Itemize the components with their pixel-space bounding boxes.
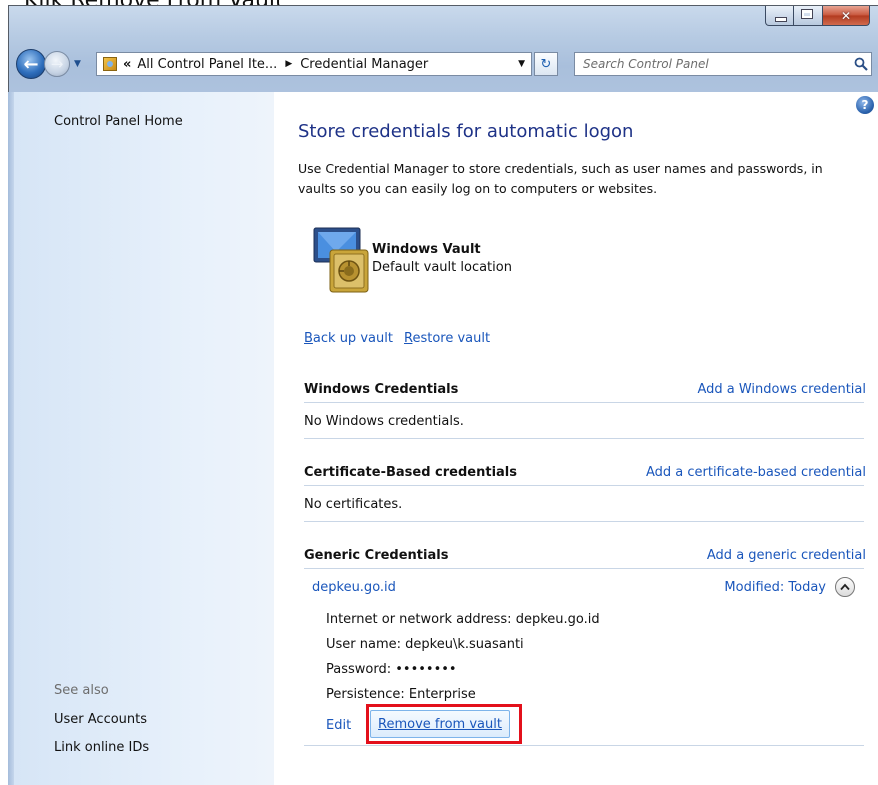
left-navigation-pane: Control Panel Home See also User Account… — [14, 92, 274, 785]
help-icon[interactable]: ? — [856, 96, 874, 114]
windows-credentials-heading: Windows Credentials — [304, 382, 459, 397]
close-button[interactable]: ✕ — [823, 6, 870, 26]
add-generic-credential-link[interactable]: Add a generic credential — [707, 548, 866, 563]
page-title: Store credentials for automatic logon — [298, 121, 634, 142]
arrow-left-icon: ← — [23, 53, 39, 75]
certificate-credentials-heading: Certificate-Based credentials — [304, 465, 517, 480]
address-dropdown-icon[interactable]: ▼ — [518, 59, 525, 69]
main-content: ? Store credentials for automatic logon … — [274, 92, 878, 785]
backup-accelerator: B — [304, 331, 313, 346]
link-online-ids-link[interactable]: Link online IDs — [54, 740, 149, 755]
breadcrumb-all-control-panel-items[interactable]: All Control Panel Ite... — [137, 57, 277, 72]
search-box[interactable] — [574, 52, 872, 76]
recent-pages-button[interactable]: ▼ — [74, 59, 86, 69]
back-button[interactable]: ← — [16, 49, 46, 79]
search-icon[interactable] — [851, 57, 871, 71]
backup-label-rest: ack up vault — [312, 331, 393, 346]
address-bar[interactable]: « All Control Panel Ite... ▶ Credential … — [96, 52, 532, 76]
edit-credential-link[interactable]: Edit — [326, 718, 351, 733]
credential-persistence: Persistence: Enterprise — [326, 687, 476, 702]
search-input[interactable] — [575, 56, 851, 72]
credential-username: User name: depkeu\k.suasanti — [326, 637, 524, 652]
chevron-up-icon — [840, 583, 850, 591]
divider — [304, 485, 864, 486]
minimize-icon — [775, 17, 787, 22]
restore-label-rest: estore vault — [412, 331, 491, 346]
forward-button[interactable]: → — [44, 51, 70, 77]
add-certificate-credential-link[interactable]: Add a certificate-based credential — [646, 465, 866, 480]
vault-name: Windows Vault — [372, 242, 481, 257]
control-panel-home-link[interactable]: Control Panel Home — [54, 114, 183, 129]
restore-vault-link[interactable]: Restore vault — [404, 331, 490, 346]
navigation-buttons: ← → ▼ — [16, 47, 86, 81]
breadcrumb-credential-manager[interactable]: Credential Manager — [300, 57, 428, 72]
divider — [304, 402, 864, 403]
refresh-button[interactable]: ↻ — [534, 52, 558, 76]
chevron-down-icon: ▼ — [74, 59, 81, 69]
control-panel-icon — [103, 57, 117, 71]
user-accounts-link[interactable]: User Accounts — [54, 712, 147, 727]
add-windows-credential-link[interactable]: Add a Windows credential — [697, 382, 866, 397]
window-controls: ✕ — [765, 6, 870, 26]
see-also-label: See also — [54, 683, 109, 698]
arrow-right-icon: → — [50, 55, 64, 73]
minimize-button[interactable] — [765, 6, 794, 26]
divider — [304, 438, 864, 439]
credential-password: Password: •••••••• — [326, 662, 457, 677]
divider — [304, 521, 864, 522]
windows-credentials-empty: No Windows credentials. — [304, 414, 464, 429]
breadcrumb-separator-icon[interactable]: ▶ — [285, 59, 292, 69]
certificates-empty: No certificates. — [304, 497, 403, 512]
vault-description: Default vault location — [372, 260, 512, 275]
divider — [304, 745, 864, 746]
refresh-icon: ↻ — [540, 56, 552, 72]
maximize-button[interactable] — [794, 6, 823, 26]
page-description: Use Credential Manager to store credenti… — [298, 161, 823, 196]
collapse-credential-button[interactable] — [835, 577, 855, 597]
back-up-vault-link[interactable]: Back up vault — [304, 331, 393, 346]
credential-modified: Modified: Today — [724, 580, 826, 595]
address-overflow-chevron[interactable]: « — [123, 57, 131, 72]
divider — [304, 568, 864, 569]
windows-vault-icon — [313, 227, 369, 293]
credential-depkeu-link[interactable]: depkeu.go.id — [312, 580, 396, 595]
credential-address: Internet or network address: depkeu.go.i… — [326, 612, 600, 627]
generic-credentials-heading: Generic Credentials — [304, 548, 449, 563]
remove-from-vault-button[interactable]: Remove from vault — [370, 710, 510, 738]
close-icon: ✕ — [840, 8, 852, 23]
maximize-icon — [801, 9, 813, 19]
